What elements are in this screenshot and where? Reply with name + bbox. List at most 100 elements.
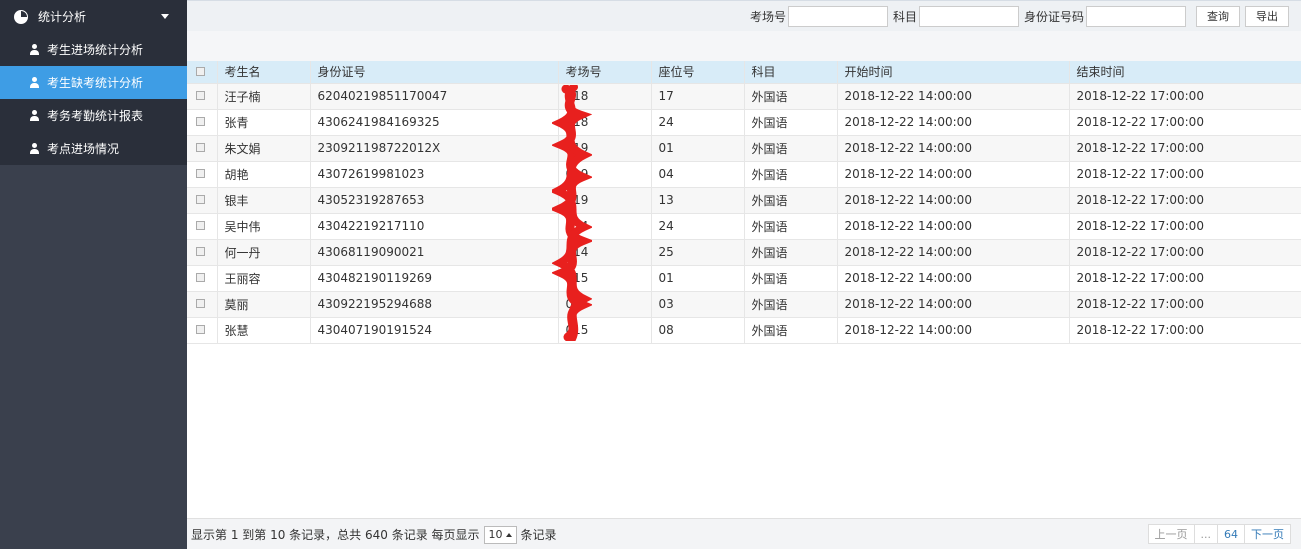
row-select-cell[interactable] [187,135,218,162]
table-cell: 外国语 [744,239,838,266]
table-cell: 430482190119269 [310,265,559,292]
row-checkbox[interactable] [196,91,205,100]
column-header: 考生名 [217,61,311,84]
table-cell: 430407190191524 [310,317,559,344]
prev-page-button[interactable]: 上一页 [1147,524,1195,544]
sidebar-item-entry-analysis[interactable]: 考生进场统计分析 [0,33,187,66]
table-cell: 43052319287653 [310,187,559,214]
row-select-cell[interactable] [187,109,218,136]
table-cell: 2018-12-22 17:00:00 [1069,291,1301,318]
absence-table: 考生名 身份证号 考场号 座位号 科目 开始时间 结束时间 汪子楠 6204021… [187,61,1301,344]
row-select-cell[interactable] [187,291,218,318]
row-select-cell[interactable] [187,317,218,344]
row-select-cell[interactable] [187,239,218,266]
table-row[interactable]: 胡艳 43072619981023 019 04 外国语 2018-12-22 14:00… [187,161,1301,188]
table-cell: 2018-12-22 14:00:00 [837,83,1070,110]
table-cell: 吴中伟 [217,213,311,240]
table-cell: 外国语 [744,291,838,318]
table-cell: 43068119090021 [310,239,559,266]
table-cell: 外国语 [744,161,838,188]
subject-label: 科目 [892,9,917,24]
toolbar-spacer [187,31,1301,61]
column-header: 身份证号 [310,61,559,84]
redaction-scribble [552,85,592,341]
table-header-row: 考生名 身份证号 考场号 座位号 科目 开始时间 结束时间 [187,61,1301,84]
table-row[interactable]: 汪子楠 62040219851170047 018 17 外国语 2018-12-22 1… [187,83,1301,110]
table-cell: 2018-12-22 17:00:00 [1069,213,1301,240]
table-cell: 2018-12-22 14:00:00 [837,239,1070,266]
table-cell: 04 [651,161,745,188]
sidebar-item-label: 考生缺考统计分析 [47,76,144,90]
table-cell: 2018-12-22 17:00:00 [1069,109,1301,136]
exam-room-input[interactable] [787,5,888,27]
pie-chart-icon [14,9,28,24]
sidebar-background [0,165,187,549]
sidebar-item-absence-analysis[interactable]: 考生缺考统计分析 [0,66,187,99]
exam-room-label: 考场号 [749,9,786,24]
row-select-cell[interactable] [187,83,218,110]
page-size-select[interactable]: 10 [483,525,517,544]
table-row[interactable]: 朱文娟 230921198722012X 019 01 外国语 2018-12-22 14… [187,135,1301,162]
row-checkbox[interactable] [196,325,205,334]
row-select-cell[interactable] [187,187,218,214]
table-cell: 01 [651,265,745,292]
main-panel: 考场号 科目 身份证号码 查询 导出 考生名 身份证号 考场号 座位号 科目 开… [187,0,1301,549]
query-button[interactable]: 查询 [1196,5,1240,27]
sidebar-item-attendance-report[interactable]: 考务考勤统计报表 [0,99,187,132]
table-cell: 银丰 [217,187,311,214]
table-row[interactable]: 王丽容 430482190119269 015 01 外国语 2018-12-22 14:… [187,265,1301,292]
search-toolbar: 考场号 科目 身份证号码 查询 导出 [187,1,1301,31]
table-cell: 4306241984169325 [310,109,559,136]
select-all-checkbox[interactable] [196,66,205,76]
table-cell: 24 [651,109,745,136]
table-row[interactable]: 张慧 430407190191524 015 08 外国语 2018-12-22 14:0… [187,317,1301,344]
table-row[interactable]: 吴中伟 43042219217110 014 24 外国语 2018-12-22 14:0… [187,213,1301,240]
row-select-cell[interactable] [187,161,218,188]
row-checkbox[interactable] [196,221,205,230]
user-icon [30,143,39,154]
table-row[interactable]: 张青 4306241984169325 018 24 外国语 2018-12-22 14:… [187,109,1301,136]
row-checkbox[interactable] [196,117,205,126]
last-page-button[interactable]: 64 [1217,524,1245,544]
table-cell: 43072619981023 [310,161,559,188]
table-cell: 62040219851170047 [310,83,559,110]
id-number-input[interactable] [1086,5,1186,27]
sidebar-item-label: 考点进场情况 [47,142,120,156]
select-all-cell[interactable] [187,61,218,84]
record-info-suffix: 条记录 [520,528,557,542]
table-cell: 外国语 [744,109,838,136]
row-checkbox[interactable] [196,169,205,178]
table-row[interactable]: 何一丹 43068119090021 014 25 外国语 2018-12-22 14:0… [187,239,1301,266]
row-checkbox[interactable] [196,195,205,204]
table-cell: 外国语 [744,187,838,214]
row-checkbox[interactable] [196,247,205,256]
column-header: 科目 [744,61,838,84]
column-header: 开始时间 [837,61,1070,84]
pager: 上一页 ... 64 下一页 [1147,524,1291,544]
table-cell: 08 [651,317,745,344]
table-cell: 2018-12-22 17:00:00 [1069,161,1301,188]
table-row[interactable]: 莫丽 430922195294688 015 03 外国语 2018-12-22 14:0… [187,291,1301,318]
sidebar-item-site-entry[interactable]: 考点进场情况 [0,132,187,165]
subject-input[interactable] [918,5,1019,27]
row-select-cell[interactable] [187,265,218,292]
table-cell: 2018-12-22 17:00:00 [1069,135,1301,162]
export-button[interactable]: 导出 [1245,5,1289,27]
row-checkbox[interactable] [196,273,205,282]
next-page-button[interactable]: 下一页 [1244,524,1291,544]
table-cell: 2018-12-22 14:00:00 [837,317,1070,344]
sidebar: 统计分析 考生进场统计分析 考生缺考统计分析 考务考勤统计报表 考点进场情况 [0,0,187,549]
sidebar-header-statistics[interactable]: 统计分析 [0,0,187,33]
sidebar-item-label: 考生进场统计分析 [47,43,144,57]
table-cell: 胡艳 [217,161,311,188]
table-cell: 17 [651,83,745,110]
row-checkbox[interactable] [196,143,205,152]
table-cell: 2018-12-22 14:00:00 [837,161,1070,188]
table-row[interactable]: 银丰 43052319287653 019 13 外国语 2018-12-22 14:00… [187,187,1301,214]
page-size-value: 10 [488,528,503,541]
sidebar-item-label: 考务考勤统计报表 [47,109,144,123]
table-cell: 2018-12-22 17:00:00 [1069,239,1301,266]
row-checkbox[interactable] [196,299,205,308]
table-cell: 2018-12-22 17:00:00 [1069,187,1301,214]
row-select-cell[interactable] [187,213,218,240]
